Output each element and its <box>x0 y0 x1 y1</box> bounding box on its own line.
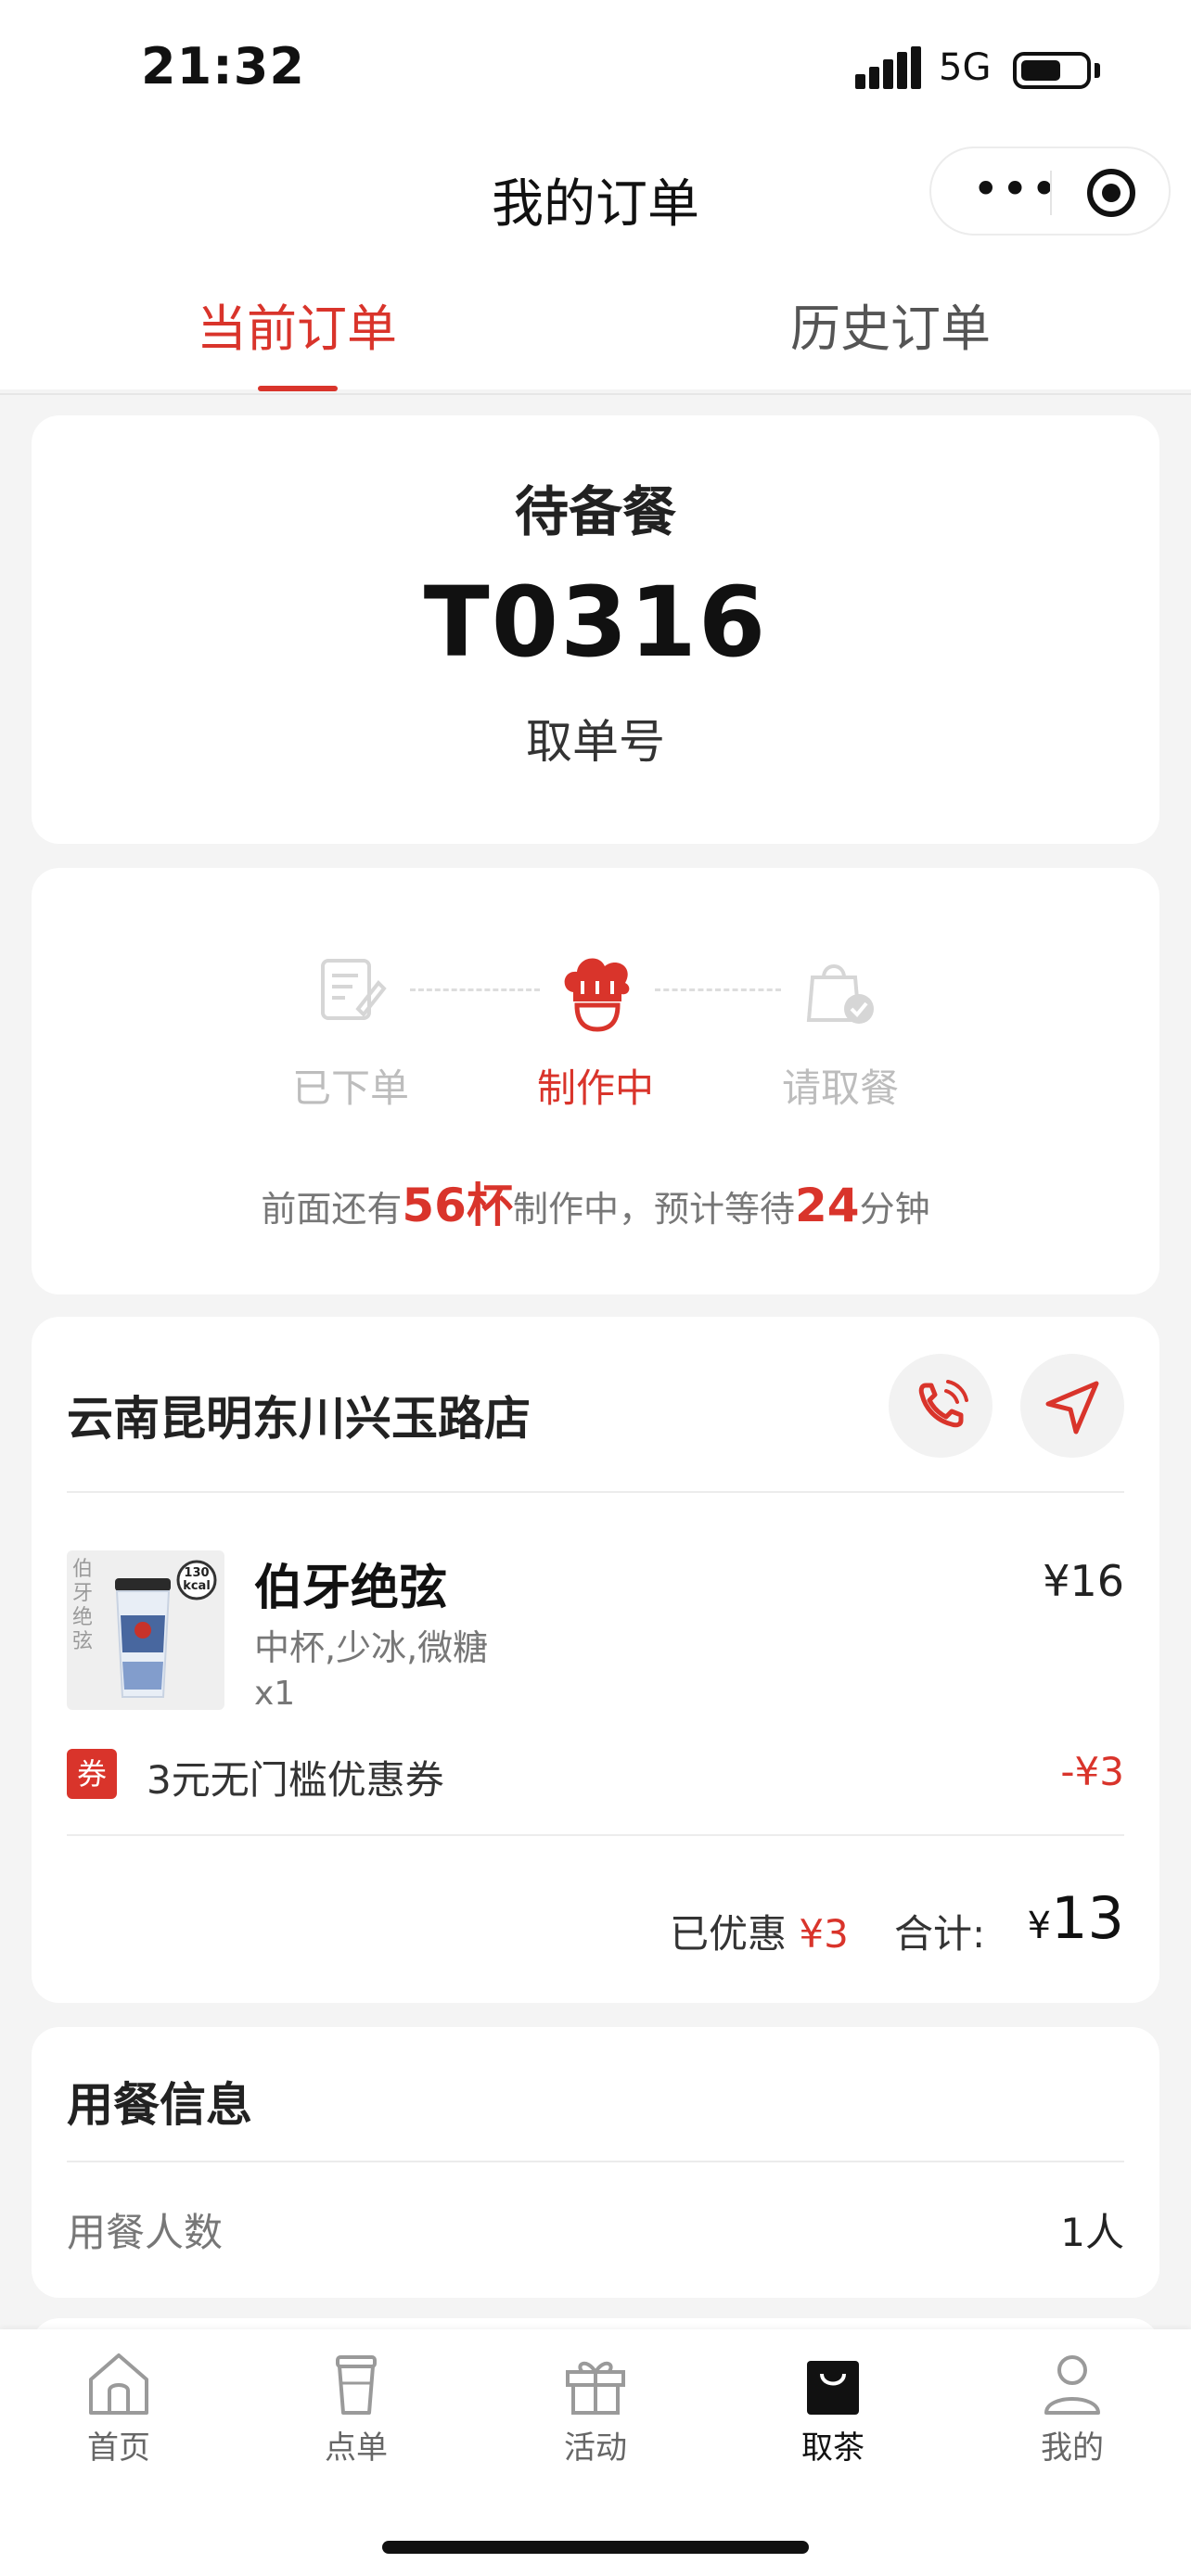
network-label: 5G <box>939 46 992 89</box>
wait-minutes: 24 <box>795 1179 860 1232</box>
header-divider <box>0 393 1191 395</box>
product-thumbnail: 伯牙绝弦 130 kcal <box>67 1550 224 1710</box>
nav-item-home[interactable]: 首页 <box>26 2346 211 2468</box>
kcal-badge: 130 kcal <box>183 1566 211 1593</box>
nav-label-activity: 活动 <box>564 2429 627 2467</box>
step-label-pickup: 请取餐 <box>781 1065 899 1111</box>
coupon-amount: -¥3 <box>1060 1749 1124 1794</box>
diners-value: 1人 <box>1060 2210 1124 2255</box>
nav-item-order[interactable]: 点单 <box>263 2346 449 2468</box>
cup-icon <box>336 2355 377 2415</box>
product-quantity: x1 <box>254 1675 296 1713</box>
order-placed-icon <box>321 959 387 1020</box>
status-time: 21:32 <box>141 37 305 96</box>
divider <box>67 2161 1124 2162</box>
divider <box>67 1491 1124 1493</box>
call-store-button[interactable] <box>889 1354 992 1458</box>
nav-label-profile: 我的 <box>1041 2429 1104 2467</box>
wait-suffix: 分钟 <box>859 1189 930 1230</box>
navigate-button[interactable] <box>1020 1354 1124 1458</box>
total-currency: ¥ <box>1027 1905 1052 1947</box>
total-label: 合计: <box>894 1911 986 1957</box>
home-icon <box>89 2353 148 2415</box>
diners-label: 用餐人数 <box>67 2210 224 2255</box>
wait-prefix: 前面还有 <box>261 1189 403 1230</box>
product-price: ¥16 <box>1043 1556 1124 1606</box>
discount-amount: ¥3 <box>799 1911 849 1957</box>
battery-icon <box>1013 52 1091 89</box>
discount-label: 已优惠 <box>670 1911 788 1957</box>
coupon-badge: 券 <box>67 1749 117 1799</box>
cups-ahead: 56杯 <box>402 1179 513 1232</box>
total-amount: ¥13 <box>1020 1884 1124 1952</box>
pickup-number-label: 取单号 <box>526 715 665 769</box>
home-indicator[interactable] <box>382 2541 809 2554</box>
tab-history-orders[interactable]: 历史订单 <box>705 287 1076 361</box>
mini-program-capsule: ••• <box>929 147 1171 236</box>
store-name: 云南昆明东川兴玉路店 <box>67 1392 531 1446</box>
pickup-number: T0316 <box>423 566 768 679</box>
capsule-divider <box>1050 171 1052 215</box>
gift-icon <box>566 2361 625 2415</box>
phone-icon <box>918 1380 968 1428</box>
signal-icon <box>855 46 921 89</box>
battery-tip <box>1095 63 1100 78</box>
progress-connector <box>655 988 781 991</box>
close-target-icon[interactable] <box>1087 169 1135 217</box>
tab-active-indicator <box>258 386 338 391</box>
tab-current-orders[interactable]: 当前订单 <box>111 287 482 361</box>
order-status: 待备餐 <box>514 480 676 543</box>
nav-item-activity[interactable]: 活动 <box>503 2346 688 2468</box>
chef-hat-icon <box>564 958 630 1032</box>
nav-item-profile[interactable]: 我的 <box>980 2346 1165 2468</box>
coupon-text: 3元无门槛优惠券 <box>147 1757 444 1803</box>
nav-label-pickup: 取茶 <box>801 2429 864 2467</box>
nav-label-order: 点单 <box>325 2429 388 2467</box>
more-icon[interactable]: ••• <box>972 161 1059 217</box>
nav-item-pickup[interactable]: 取茶 <box>740 2346 926 2468</box>
dining-info-title: 用餐信息 <box>67 2078 252 2132</box>
product-name: 伯牙绝弦 <box>254 1561 448 1616</box>
nav-label-home: 首页 <box>87 2429 150 2467</box>
navigation-arrow-icon <box>1045 1381 1099 1435</box>
total-value: 13 <box>1051 1884 1124 1952</box>
step-label-making: 制作中 <box>536 1065 654 1111</box>
pickup-bag-icon <box>806 964 874 1024</box>
user-icon <box>1044 2355 1100 2415</box>
bag-icon <box>807 2361 859 2415</box>
discount-summary: 已优惠 ¥3 <box>670 1903 849 1959</box>
wait-estimate: 前面还有56杯制作中，预计等待24分钟 <box>0 1168 1191 1235</box>
progress-connector <box>410 988 540 991</box>
step-label-placed: 已下单 <box>291 1065 409 1111</box>
divider <box>67 1834 1124 1836</box>
product-options: 中杯,少冰,微糖 <box>254 1627 489 1668</box>
wait-mid: 制作中，预计等待 <box>512 1189 795 1230</box>
